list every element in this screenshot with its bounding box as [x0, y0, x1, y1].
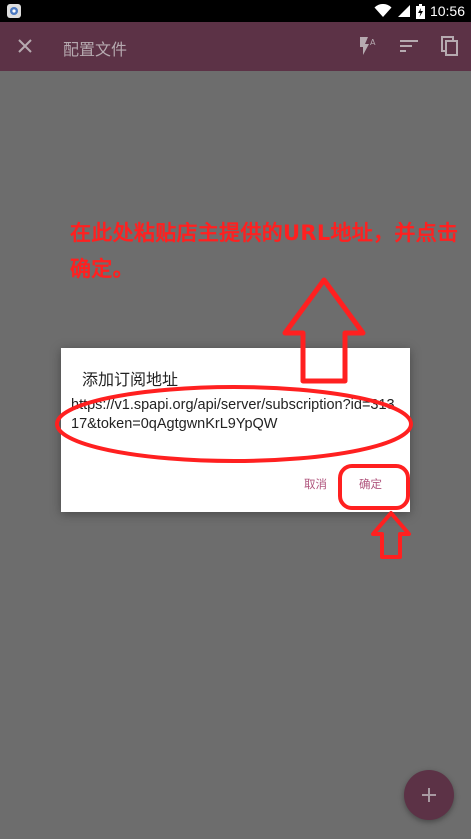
page-title: 配置文件	[63, 40, 128, 59]
up-arrow-small	[371, 511, 411, 559]
signal-icon	[397, 5, 410, 17]
subscription-url-input[interactable]: https://v1.spapi.org/api/server/subscrip…	[71, 396, 401, 434]
flash-auto-icon[interactable]: A	[356, 34, 380, 58]
status-time: 10:56	[429, 3, 465, 19]
close-icon[interactable]	[14, 35, 36, 57]
sort-icon[interactable]	[397, 34, 421, 58]
confirm-button[interactable]: 确定	[359, 476, 382, 492]
app-bar: 配置文件 A	[0, 22, 471, 71]
cancel-button[interactable]: 取消	[304, 476, 327, 492]
instruction-annotation: 在此处粘贴店主提供的URL地址，并点击确定。	[70, 221, 459, 281]
plus-icon	[422, 788, 436, 802]
dialog-title: 添加订阅地址	[82, 370, 179, 389]
copy-icon[interactable]	[438, 34, 462, 58]
svg-text:A: A	[370, 38, 376, 47]
screen: 10:56 配置文件 A 在此处粘贴店主提供的URL地址，并点击确定。 添加订阅…	[0, 0, 471, 839]
app-notification-icon	[7, 4, 21, 18]
add-subscription-dialog: 添加订阅地址 https://v1.spapi.org/api/server/s…	[61, 348, 410, 512]
add-fab-button[interactable]	[404, 770, 454, 820]
status-bar: 10:56	[0, 0, 471, 22]
battery-icon	[415, 3, 425, 19]
wifi-icon	[374, 4, 392, 17]
